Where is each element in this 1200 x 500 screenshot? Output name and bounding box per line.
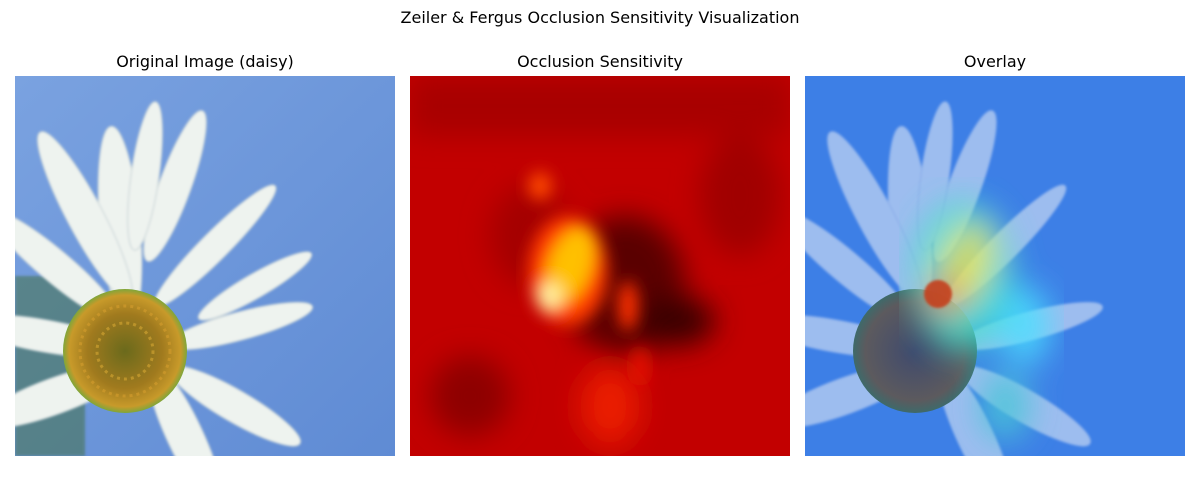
overlay-image: [805, 76, 1185, 456]
original-image: [15, 76, 395, 456]
occlusion-sensitivity-title: Occlusion Sensitivity: [517, 52, 683, 71]
overlay-title: Overlay: [963, 52, 1027, 71]
occlusion-heatmap: [410, 76, 790, 456]
original-image-title: Original Image (daisy): [116, 52, 294, 71]
figure-title: Zeiler & Fergus Occlusion Sensitivity Vi…: [400, 8, 800, 27]
